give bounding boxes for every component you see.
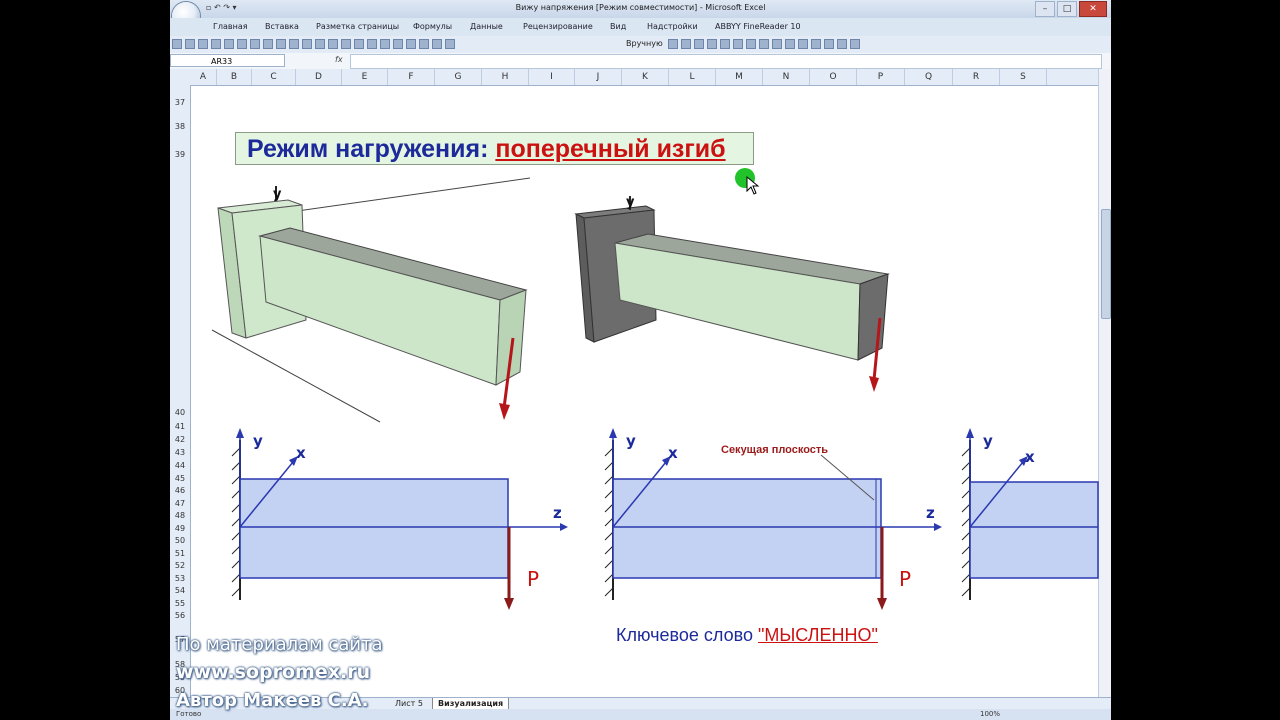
loading-mode-prefix: Режим нагружения: (247, 135, 496, 163)
beam-3d-left (211, 177, 531, 423)
force-label-2d1: P (527, 567, 539, 591)
axis-y-label-2d1: y (253, 432, 263, 450)
beam-3d-right (574, 196, 890, 392)
force-label-2d2: P (899, 567, 911, 591)
keyword-prefix: Ключевое слово (616, 625, 758, 645)
axis-y-label-2: y (626, 195, 635, 210)
axis-y-label-2d3: y (983, 432, 993, 450)
illustration-layer: y y y x z P y x z P y x (211, 168, 1099, 610)
axis-x-label-2d1: x (296, 444, 306, 462)
beam-2d-1 (231, 428, 568, 610)
keyword-note: Ключевое слово "МЫСЛЕННО" (616, 625, 878, 646)
watermark-line1: По материалам сайта (176, 634, 383, 655)
axis-x-label-2d3: x (1025, 448, 1035, 466)
keyword-highlight: "МЫСЛЕННО" (757, 625, 878, 645)
axis-x-label-2d2: x (668, 444, 678, 462)
axis-z-label-2d1: z (553, 504, 562, 522)
watermark-line2: www.sopromex.ru (176, 661, 371, 683)
loading-mode-highlight: поперечный изгиб (495, 135, 726, 163)
axis-z-label-2d2: z (926, 504, 935, 522)
cut-plane-label: Секущая плоскость (721, 444, 829, 456)
loading-mode-banner: Режим нагружения: поперечный изгиб (235, 132, 754, 165)
axis-y-label-2d2: y (626, 432, 636, 450)
axis-y-label: y (273, 187, 282, 202)
watermark-line3: Автор Макеев С.А. (176, 690, 369, 711)
